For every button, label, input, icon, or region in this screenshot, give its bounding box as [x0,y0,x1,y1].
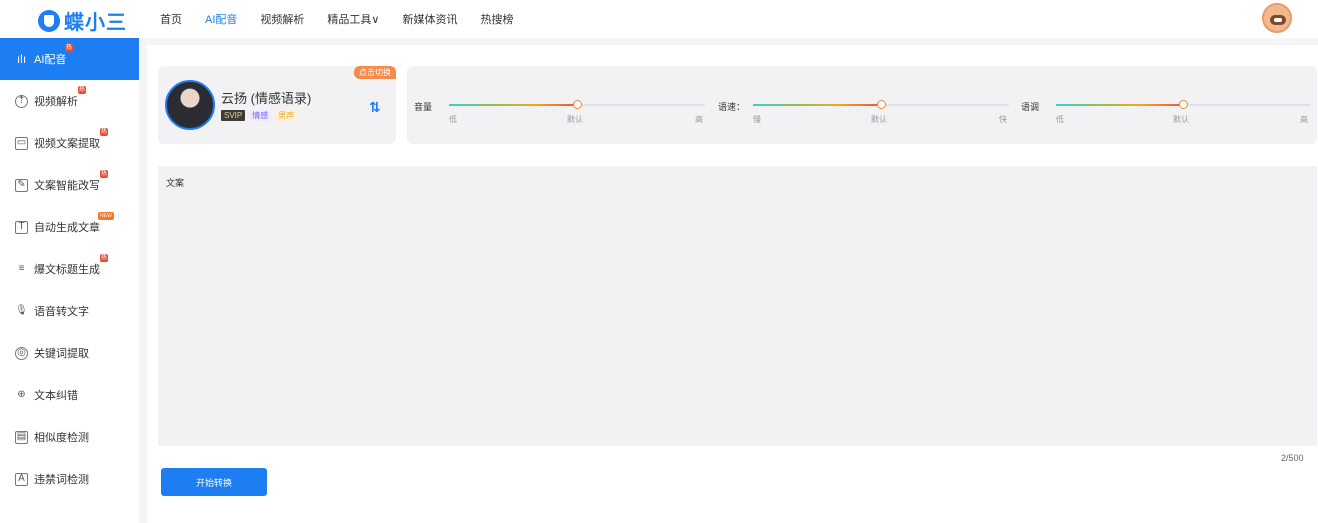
sidebar-item-label: 文案智能改写 [34,180,100,192]
start-convert-button[interactable]: 开始转换 [161,468,267,496]
sidebar-item-label: 爆文标题生成 [34,264,100,276]
volume-slider[interactable] [449,100,705,109]
nav-item-home[interactable]: 首页 [160,11,182,27]
voice-avatar [165,80,215,130]
switch-voice-button[interactable]: 点击切换 [354,66,396,79]
nav-item-hot-search[interactable]: 热搜榜 [480,11,513,27]
top-navbar: 蝶小三 首页 AI配音 视频解析 精品工具∨ 新媒体资讯 热搜榜 [0,0,1318,38]
speed-default-label: 默认 [871,115,887,124]
char-counter: 2/500 [1281,453,1304,463]
pitch-default-label: 默认 [1173,115,1189,124]
title-icon: ≡ [18,263,25,274]
volume-label: 音量 [414,102,433,112]
hot-badge: 热 [65,44,73,52]
alert-icon: A [15,472,28,486]
speed-slider[interactable] [753,100,1009,109]
hot-badge: 热 [78,86,86,94]
nav-item-news[interactable]: 新媒体资讯 [402,11,457,27]
volume-fill [449,104,577,106]
sidebar-item-label: 相似度检测 [34,432,89,444]
pitch-min-label: 低 [1056,115,1064,124]
pitch-max-label: 高 [1300,115,1308,124]
svip-tag: SVIP [221,110,246,121]
male-voice-tag: 男声 [275,110,298,121]
sidebar-item-video-parse[interactable]: ⇡ 视频解析 热 [0,80,139,122]
hot-badge: 热 [100,128,108,136]
microphone-icon: 🎙 [15,305,28,316]
sidebar-item-label: 关键词提取 [34,348,89,360]
sidebar-item-similarity-check[interactable]: ▤ 相似度检测 [0,416,139,458]
target-icon: ◎ [15,346,28,360]
sidebar-item-smart-rewrite[interactable]: ✎ 文案智能改写 热 [0,164,139,206]
video-icon: ▭ [15,136,28,150]
sidebar-item-banned-word-check[interactable]: A 违禁词检测 [0,458,139,500]
nav-item-tools-dropdown[interactable]: 精品工具∨ [327,11,379,27]
sidebar-item-label: 文本纠错 [34,390,78,402]
sidebar-item-label: 违禁词检测 [34,474,89,486]
sidebar-item-label: 视频文案提取 [34,138,100,150]
text-icon: T [15,220,28,234]
speed-max-label: 快 [999,115,1007,124]
speed-slider-handle[interactable] [877,100,886,109]
volume-slider-handle[interactable] [573,100,582,109]
sidebar-item-speech-to-text[interactable]: 🎙 语音转文字 [0,290,139,332]
sidebar-item-video-copy-extract[interactable]: ▭ 视频文案提取 热 [0,122,139,164]
hot-badge: 热 [100,254,108,262]
voice-name: 云扬 (情感语录) [221,91,312,106]
sidebar-item-text-correction[interactable]: ⊕ 文本纠错 [0,374,139,416]
script-textarea[interactable] [158,166,1317,446]
logo[interactable]: 蝶小三 [38,6,127,35]
nav-item-ai-dubbing[interactable]: AI配音 [205,11,237,27]
voice-tags: SVIP 情感 男声 [221,110,298,121]
sidebar-item-label: 语音转文字 [34,306,89,318]
emotion-tag: 情感 [249,110,272,121]
image-icon: ▤ [15,430,28,444]
sidebar-item-auto-article[interactable]: T 自动生成文章 NEW [0,206,139,248]
sidebar-item-label: 自动生成文章 [34,222,100,234]
volume-default-label: 默认 [567,115,583,124]
logo-icon [38,9,60,32]
nav-item-video-parse[interactable]: 视频解析 [260,11,304,27]
pitch-label: 语调 [1021,102,1040,112]
volume-max-label: 高 [695,115,703,124]
pitch-fill [1056,104,1183,106]
main-nav: 首页 AI配音 视频解析 精品工具∨ 新媒体资讯 热搜榜 [160,0,536,38]
sidebar-item-title-generator[interactable]: ≡ 爆文标题生成 热 [0,248,139,290]
volume-min-label: 低 [449,115,457,124]
sidebar-item-label: 视频解析 [34,96,78,108]
pitch-slider[interactable] [1056,100,1310,109]
script-label: 文案 [166,178,185,188]
cloud-icon: ⇡ [15,94,28,108]
pitch-slider-handle[interactable] [1179,100,1188,109]
hot-badge: 热 [100,170,108,178]
user-avatar[interactable] [1262,3,1292,33]
sidebar: ılı AI配音 热 ⇡ 视频解析 热 ▭ 视频文案提取 热 ✎ 文案智能改写 … [0,38,139,523]
new-badge: NEW [98,212,114,220]
swap-icon[interactable]: ⇅ [369,99,381,116]
speed-min-label: 慢 [753,115,761,124]
lock-icon: ⊕ [17,389,26,400]
sidebar-item-label: AI配音 [34,54,67,66]
sidebar-item-keyword-extract[interactable]: ◎ 关键词提取 [0,332,139,374]
waveform-icon: ılı [16,52,27,66]
speed-fill [753,104,881,106]
speed-label: 语速： [718,102,746,112]
voice-settings-panel: 音量 低 默认 高 语速： 慢 默认 快 语调 低 默认 高 [407,66,1317,144]
edit-icon: ✎ [15,178,28,192]
sidebar-item-ai-dubbing[interactable]: ılı AI配音 热 [0,38,139,80]
logo-text: 蝶小三 [64,12,127,34]
